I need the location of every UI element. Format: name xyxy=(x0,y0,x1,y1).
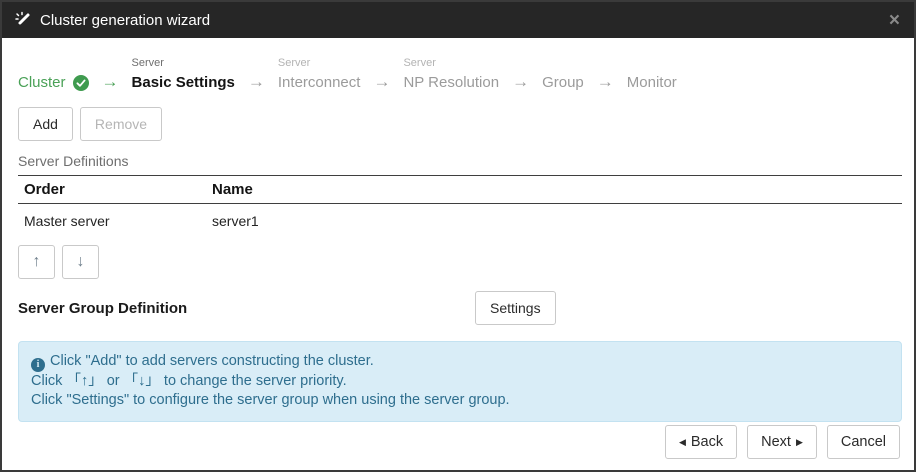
add-button[interactable]: Add xyxy=(18,107,73,141)
check-circle-icon xyxy=(73,75,89,91)
back-button[interactable]: ◀Back xyxy=(665,425,737,459)
wizard-steps: Cluster → Server Basic Settings → Server… xyxy=(2,38,914,93)
info-icon: i xyxy=(31,358,45,372)
close-icon[interactable]: × xyxy=(889,11,900,30)
step-monitor[interactable]: Monitor xyxy=(627,56,677,93)
info-line-2: Click 「↑」 or 「↓」 to change the server pr… xyxy=(31,372,889,392)
cell-name: server1 xyxy=(206,204,902,242)
step-interconnect[interactable]: Server Interconnect xyxy=(278,56,361,93)
step-label: Cluster xyxy=(18,73,66,93)
cancel-button[interactable]: Cancel xyxy=(827,425,900,459)
info-box: iClick "Add" to add servers constructing… xyxy=(18,341,902,422)
info-line-1: iClick "Add" to add servers constructing… xyxy=(31,352,889,372)
server-group-row: Server Group Definition Settings xyxy=(18,291,898,325)
step-label: NP Resolution xyxy=(403,73,499,93)
column-header-order: Order xyxy=(18,176,206,204)
window-title: Cluster generation wizard xyxy=(40,12,210,29)
next-button[interactable]: Next▶ xyxy=(747,425,817,459)
cluster-generation-wizard-dialog: Cluster generation wizard × Cluster → Se… xyxy=(0,0,916,472)
step-label: Basic Settings xyxy=(132,73,235,93)
step-arrow-icon: → xyxy=(373,72,390,93)
step-basic-settings[interactable]: Server Basic Settings xyxy=(132,56,235,93)
table-row[interactable]: Master server server1 xyxy=(18,204,902,242)
step-label: Monitor xyxy=(627,73,677,93)
remove-button[interactable]: Remove xyxy=(80,107,162,141)
step-arrow-icon: → xyxy=(248,72,265,93)
titlebar: Cluster generation wizard × xyxy=(2,2,914,38)
move-down-button[interactable]: ↓ xyxy=(62,245,99,279)
step-arrow-icon: → xyxy=(512,72,529,93)
column-header-name: Name xyxy=(206,176,902,204)
magic-wand-icon xyxy=(14,11,32,29)
server-group-definition-label: Server Group Definition xyxy=(18,300,475,317)
footer-buttons: ◀Back Next▶ Cancel xyxy=(665,425,900,459)
step-group[interactable]: Group xyxy=(542,56,584,93)
cell-order: Master server xyxy=(18,204,206,242)
arrow-up-icon: ↑ xyxy=(33,253,41,271)
priority-buttons: ↑ ↓ xyxy=(18,245,898,279)
server-definitions-label: Server Definitions xyxy=(18,153,898,169)
triangle-left-icon: ◀ xyxy=(679,438,686,447)
arrow-down-icon: ↓ xyxy=(77,253,85,271)
step-label: Interconnect xyxy=(278,73,361,93)
step-arrow-icon: → xyxy=(102,72,119,93)
step-cluster[interactable]: Cluster xyxy=(18,56,89,93)
move-up-button[interactable]: ↑ xyxy=(18,245,55,279)
step-np-resolution[interactable]: Server NP Resolution xyxy=(403,56,499,93)
settings-button[interactable]: Settings xyxy=(475,291,556,325)
step-arrow-icon: → xyxy=(597,72,614,93)
server-definitions-table: Order Name Master server server1 xyxy=(18,175,902,241)
server-toolbar: Add Remove xyxy=(18,107,898,141)
step-label: Group xyxy=(542,73,584,93)
triangle-right-icon: ▶ xyxy=(796,438,803,447)
info-line-3: Click "Settings" to configure the server… xyxy=(31,391,889,411)
table-header-row: Order Name xyxy=(18,176,902,204)
